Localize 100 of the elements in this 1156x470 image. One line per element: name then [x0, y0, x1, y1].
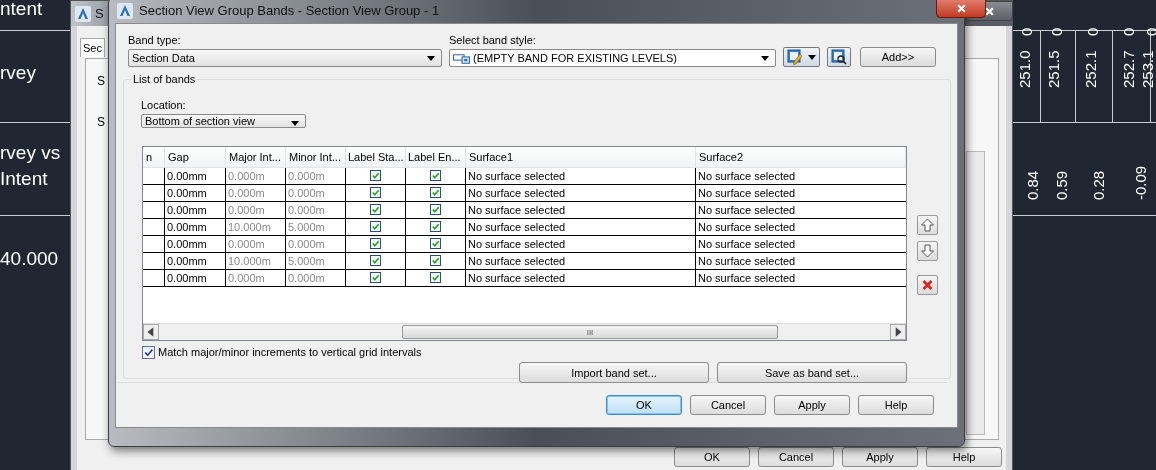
field-label: Band type: — [128, 34, 182, 46]
checkbox[interactable] — [430, 221, 441, 232]
band-type-dropdown[interactable]: Section Data — [128, 49, 442, 67]
dialog-button[interactable]: OK — [674, 447, 750, 467]
elevation-value: 252.1 — [1082, 50, 1099, 88]
table-cell: 0.000m — [286, 236, 346, 252]
drawing-value: 0 — [1084, 27, 1101, 36]
scrollbar[interactable] — [966, 151, 985, 435]
horizontal-scrollbar[interactable]: III — [143, 323, 906, 340]
column-header[interactable]: Label En... — [406, 147, 466, 167]
dialog-button[interactable]: OK — [606, 395, 682, 415]
table-cell-text: No surface selected — [697, 254, 797, 269]
app-logo-icon — [75, 5, 91, 22]
move-up-button[interactable] — [917, 215, 938, 235]
checkbox[interactable] — [370, 204, 381, 215]
checkbox[interactable] — [370, 272, 381, 283]
table-cell: 0.00mm — [165, 253, 226, 269]
scroll-right-button[interactable] — [890, 324, 906, 340]
checkbox[interactable] — [430, 204, 441, 215]
table-cell: No surface selected — [466, 219, 696, 235]
drawing-value: 0 — [1048, 27, 1065, 36]
checkbox[interactable] — [370, 255, 381, 266]
drawing-label: rvey — [0, 62, 36, 84]
checkbox[interactable] — [430, 255, 441, 266]
table-cell: No surface selected — [466, 202, 696, 218]
checkbox-label: Match major/minor increments to vertical grid intervals — [158, 346, 422, 358]
checkbox[interactable] — [370, 187, 381, 198]
scroll-left-button[interactable] — [143, 324, 159, 340]
dialog-button[interactable]: Cancel — [690, 395, 766, 415]
drawing-label: ntent — [0, 0, 43, 20]
checkbox[interactable] — [430, 272, 441, 283]
import-button[interactable]: Import band set... — [519, 362, 709, 383]
field-label: Location: — [141, 99, 186, 111]
table-cell: 10.000m — [226, 253, 286, 269]
dialog-button[interactable]: Apply — [842, 447, 918, 467]
window-title: S — [95, 6, 104, 21]
column-header[interactable]: Gap — [165, 147, 226, 167]
dialog-button[interactable]: Apply — [774, 395, 850, 415]
location-dropdown[interactable]: Bottom of section view — [141, 114, 306, 128]
field-label: S — [97, 115, 105, 129]
checkbox[interactable] — [430, 170, 441, 181]
dialog-button[interactable]: Help — [926, 447, 1002, 467]
scroll-thumb[interactable]: III — [402, 325, 778, 339]
checkbox[interactable] — [430, 238, 441, 249]
edit-style-button[interactable] — [783, 47, 820, 67]
close-icon — [983, 5, 995, 17]
column-header[interactable]: n — [143, 147, 165, 167]
table-cell: 0.000m — [226, 270, 286, 286]
table-cell: 5.000m — [286, 253, 346, 269]
table-cell-text: No surface selected — [697, 203, 797, 218]
table-cell: 10.000m — [226, 219, 286, 235]
checkbox[interactable] — [142, 345, 155, 359]
difference-value: 0.84 — [1024, 170, 1041, 200]
column-header[interactable]: Label Sta... — [346, 147, 406, 167]
table-cell: 0.000m — [226, 202, 286, 218]
difference-value: 0.28 — [1090, 170, 1107, 200]
table-cell: No surface selected — [466, 270, 696, 286]
column-header[interactable]: Surface1 — [466, 147, 696, 167]
preview-style-button[interactable] — [827, 47, 851, 67]
drawing-label: rvey vs — [0, 142, 61, 164]
move-down-button[interactable] — [917, 241, 938, 261]
checkbox[interactable] — [370, 221, 381, 232]
column-header[interactable]: Surface2 — [696, 147, 906, 167]
checkbox[interactable] — [370, 238, 381, 249]
drawing-label: Intent — [0, 168, 48, 190]
app-logo-icon — [117, 2, 133, 19]
band-style-icon — [453, 52, 470, 64]
column-header[interactable]: Minor Int... — [286, 147, 346, 167]
field-label: Select band style: — [449, 34, 537, 46]
close-icon — [955, 2, 967, 14]
save-button[interactable]: Save as band set... — [717, 362, 907, 383]
table-cell: 0.000m — [226, 236, 286, 252]
drawing-value: 0 — [1018, 27, 1035, 36]
window-title: Section View Group Bands - Section View Group - 1 — [139, 3, 440, 18]
delete-button[interactable] — [917, 275, 938, 295]
table-cell: 0.000m — [286, 185, 346, 201]
edit-icon — [787, 49, 803, 65]
drawing-value: 0 — [1120, 27, 1137, 36]
tab[interactable]: Sec — [80, 38, 105, 57]
checkbox[interactable] — [370, 170, 381, 181]
table-cell: 0.00mm — [165, 185, 226, 201]
table-cell-text: No surface selected — [697, 169, 797, 184]
group-title: List of bands — [131, 73, 198, 85]
dialog-button[interactable]: Help — [858, 395, 934, 415]
column-header[interactable]: Major Int... — [226, 147, 286, 167]
table-cell-text: No surface selected — [697, 186, 797, 201]
dialog-button[interactable]: Cancel — [758, 447, 834, 467]
table-cell: 5.000m — [286, 219, 346, 235]
table-cell: 0.000m — [286, 202, 346, 218]
band-style-dropdown[interactable]: (EMPTY BAND FOR EXISTING LEVELS) — [449, 49, 776, 67]
add-button[interactable]: Add>> — [860, 47, 936, 67]
table-cell-text: No surface selected — [697, 220, 797, 235]
close-button[interactable] — [936, 0, 986, 18]
table-cell: 0.00mm — [165, 270, 226, 286]
table-cell: 0.000m — [226, 168, 286, 184]
table-cell: 0.00mm — [165, 236, 226, 252]
table-cell: 0.00mm — [165, 219, 226, 235]
difference-value: -0.09 — [1132, 165, 1149, 200]
table-cell: No surface selected — [466, 236, 696, 252]
checkbox[interactable] — [430, 187, 441, 198]
